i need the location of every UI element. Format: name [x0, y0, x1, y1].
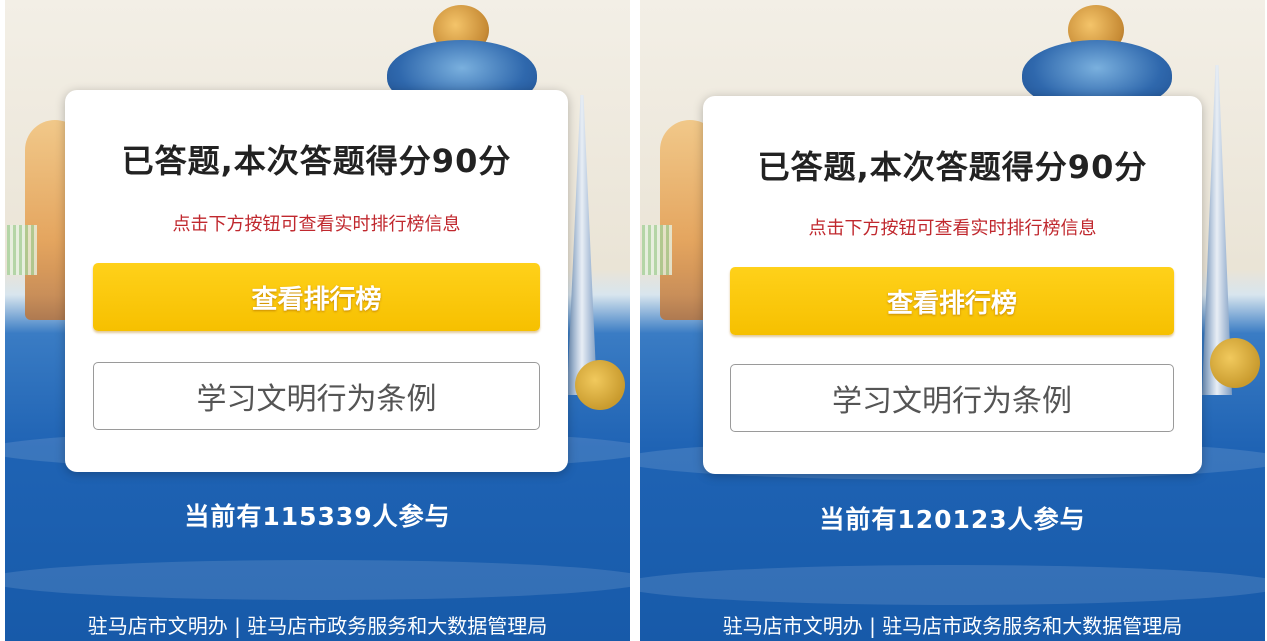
tree-illustration [1210, 338, 1260, 388]
building-illustration [7, 225, 37, 275]
wave-decoration [640, 565, 1265, 605]
result-card: 已答题,本次答题得分90分 点击下方按钮可查看实时排行榜信息 查看排行榜 学习文… [65, 90, 568, 472]
score-title: 已答题,本次答题得分90分 [121, 142, 512, 180]
screen-left: 已答题,本次答题得分90分 点击下方按钮可查看实时排行榜信息 查看排行榜 学习文… [5, 0, 630, 641]
footer-organizations: 驻马店市文明办 | 驻马店市政务服务和大数据管理局 [722, 614, 1183, 638]
wave-decoration [5, 560, 630, 600]
skyscraper-illustration [567, 95, 597, 395]
participant-count: 当前有115339人参与 [184, 502, 451, 531]
view-leaderboard-button[interactable]: 查看排行榜 [93, 263, 540, 331]
screen-right: 已答题,本次答题得分90分 点击下方按钮可查看实时排行榜信息 查看排行榜 学习文… [640, 0, 1265, 641]
leaderboard-hint: 点击下方按钮可查看实时排行榜信息 [808, 218, 1097, 239]
learn-regulations-button[interactable]: 学习文明行为条例 [93, 362, 540, 430]
learn-regulations-button[interactable]: 学习文明行为条例 [730, 364, 1174, 432]
footer-organizations: 驻马店市文明办 | 驻马店市政务服务和大数据管理局 [87, 614, 548, 638]
participant-count: 当前有120123人参与 [819, 505, 1086, 534]
score-title: 已答题,本次答题得分90分 [757, 148, 1148, 186]
view-leaderboard-button[interactable]: 查看排行榜 [730, 267, 1174, 335]
leaderboard-hint: 点击下方按钮可查看实时排行榜信息 [172, 214, 461, 235]
building-illustration [642, 225, 672, 275]
result-card: 已答题,本次答题得分90分 点击下方按钮可查看实时排行榜信息 查看排行榜 学习文… [703, 96, 1202, 474]
tree-illustration [575, 360, 625, 410]
